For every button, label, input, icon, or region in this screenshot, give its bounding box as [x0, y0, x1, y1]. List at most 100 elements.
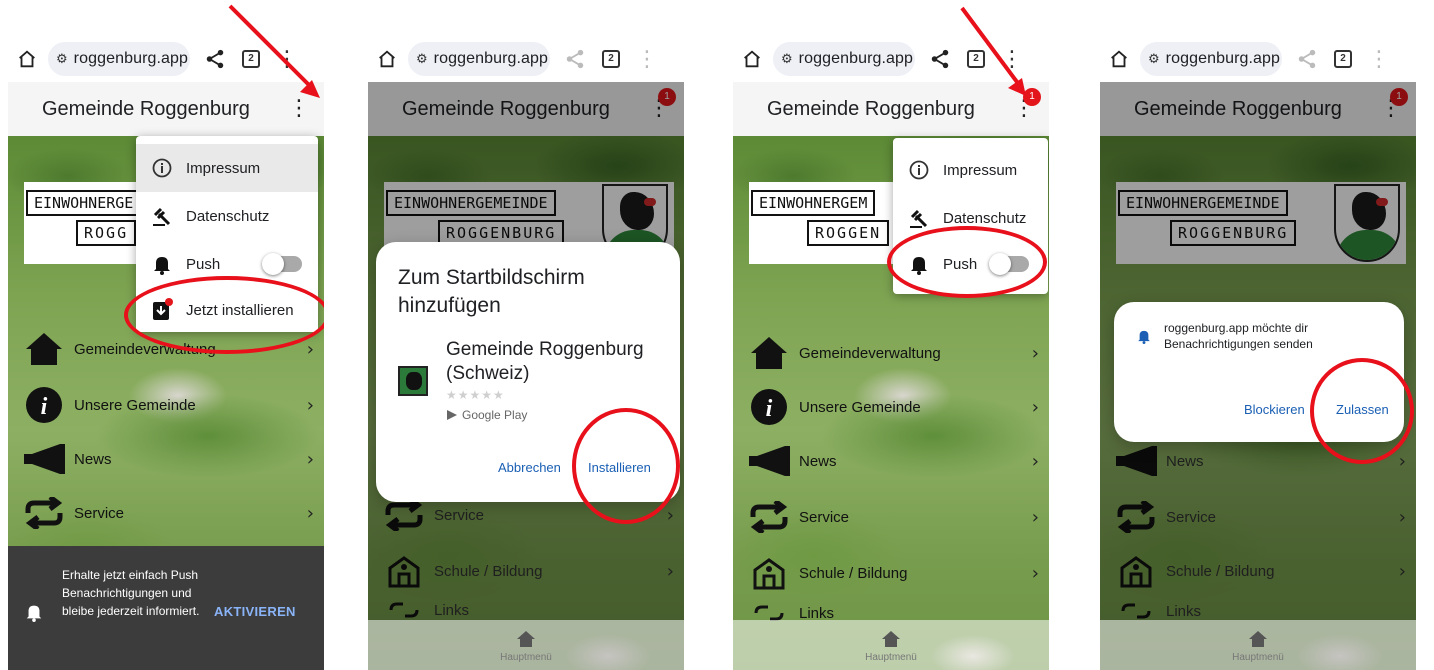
bottom-nav: Hauptmenü — [733, 620, 1049, 670]
menu-datenschutz-label: Datenschutz — [186, 207, 270, 225]
annotation-circle — [887, 226, 1047, 298]
browser-menu-icon[interactable]: ⋮ — [636, 48, 658, 70]
site-settings-icon[interactable]: ⚙ — [1148, 52, 1160, 67]
url-host: roggenburg.app — [798, 50, 914, 67]
chevron-right-icon: › — [306, 394, 314, 416]
permission-message: roggenburg.app möchte dir Benachrichtigu… — [1164, 321, 1313, 351]
megaphone-icon — [747, 441, 791, 481]
menu-item-label: Schule / Bildung — [799, 564, 908, 582]
dialog-app-name: Gemeinde Roggenburg (Schweiz) — [446, 339, 644, 384]
menu-item-unsere-gemeinde[interactable]: i Unsere Gemeinde › — [8, 380, 324, 430]
url-host: roggenburg.app — [1165, 50, 1281, 67]
dialog-title: Zum Startbildschirm hinzufügen — [398, 266, 585, 317]
logo-line-2: ROGG — [76, 220, 137, 246]
logo-line-1: EINWOHNERGEM — [751, 190, 876, 216]
svg-text:i: i — [41, 394, 48, 420]
browser-menu-icon[interactable]: ⋮ — [1368, 48, 1390, 70]
gavel-icon — [150, 204, 174, 228]
svg-text:i: i — [766, 396, 773, 422]
menu-item-unsere-gemeinde[interactable]: i Unsere Gemeinde › — [733, 382, 1049, 432]
menu-datenschutz-label: Datenschutz — [943, 209, 1027, 227]
browser-toolbar: ⚙ roggenburg.app 2 ⋮ — [368, 38, 684, 80]
site-settings-icon[interactable]: ⚙ — [781, 52, 793, 67]
block-button[interactable]: Blockieren — [1244, 402, 1305, 417]
info-outline-icon — [907, 158, 931, 182]
phone-panel-2: ⚙ roggenburg.app 2 ⋮ Gemeinde Roggenburg… — [368, 0, 684, 670]
home-icon[interactable] — [1108, 48, 1130, 70]
school-icon — [747, 553, 791, 593]
chevron-right-icon: › — [306, 338, 314, 360]
site-settings-icon[interactable]: ⚙ — [56, 52, 68, 67]
annotation-arrow — [960, 6, 1026, 96]
menu-impressum-label: Impressum — [186, 159, 261, 177]
bottom-nav-label: Hauptmenü — [865, 652, 917, 663]
home-icon[interactable] — [881, 630, 901, 648]
menu-item-label: Gemeindeverwaltung — [799, 344, 941, 362]
store-source: Google Play — [446, 408, 527, 422]
home-icon — [22, 329, 66, 369]
chevron-right-icon: › — [1031, 342, 1039, 364]
menu-impressum[interactable]: Impressum — [893, 146, 1048, 194]
menu-item-gemeindeverwaltung[interactable]: Gemeindeverwaltung › — [733, 328, 1049, 378]
menu-impressum[interactable]: Impressum — [136, 144, 318, 192]
bell-ring-icon — [26, 605, 42, 622]
menu-item-label: Links — [799, 604, 835, 622]
site-settings-icon[interactable]: ⚙ — [416, 52, 428, 67]
menu-item-service[interactable]: Service › — [8, 488, 324, 538]
push-banner-text: Erhalte jetzt einfach Push Benachrichtig… — [62, 568, 200, 618]
url-host: roggenburg.app — [73, 50, 189, 67]
home-icon[interactable] — [16, 48, 38, 70]
chevron-right-icon: › — [306, 448, 314, 470]
home-icon[interactable] — [376, 48, 398, 70]
home-icon[interactable] — [516, 630, 536, 648]
menu-item-news[interactable]: News › — [733, 436, 1049, 486]
logo-line-1: EINWOHNERGE — [26, 190, 142, 216]
play-store-icon — [447, 410, 457, 420]
menu-item-schule[interactable]: Schule / Bildung › — [733, 548, 1049, 598]
menu-item-label: Service — [799, 508, 850, 526]
cancel-button[interactable]: Abbrechen — [498, 460, 561, 475]
bottom-nav-label: Hauptmenü — [500, 652, 552, 663]
annotation-arrow — [228, 4, 320, 98]
gavel-icon — [907, 206, 931, 230]
menu-item-label: Service — [74, 504, 125, 522]
chevron-right-icon: › — [1031, 450, 1039, 472]
logo-line-2: ROGGEN — [807, 220, 890, 246]
share-icon[interactable] — [1296, 48, 1318, 70]
address-bar[interactable]: ⚙ roggenburg.app — [1140, 42, 1282, 76]
bottom-nav-label: Hauptmenü — [1232, 652, 1284, 663]
menu-item-service[interactable]: Service › — [733, 492, 1049, 542]
repeat-icon — [22, 493, 66, 533]
menu-item-label: News — [799, 452, 837, 470]
menu-push-label: Push — [186, 255, 221, 273]
address-bar[interactable]: ⚙ roggenburg.app — [48, 42, 190, 76]
chevron-right-icon: › — [306, 502, 314, 524]
activate-button[interactable]: AKTIVIEREN — [214, 604, 296, 619]
megaphone-icon — [22, 439, 66, 479]
home-icon[interactable] — [741, 48, 763, 70]
url-host: roggenburg.app — [433, 50, 549, 67]
chevron-right-icon: › — [1031, 562, 1039, 584]
address-bar[interactable]: ⚙ roggenburg.app — [773, 42, 915, 76]
address-bar[interactable]: ⚙ roggenburg.app — [408, 42, 550, 76]
annotation-circle — [572, 408, 680, 524]
chevron-right-icon: › — [1031, 396, 1039, 418]
menu-item-news[interactable]: News › — [8, 434, 324, 484]
bell-icon — [1138, 330, 1150, 344]
push-banner: Erhalte jetzt einfach Push Benachrichtig… — [8, 546, 324, 670]
menu-item-label: News — [74, 450, 112, 468]
chevron-right-icon: › — [1031, 506, 1039, 528]
tab-switcher-icon[interactable]: 2 — [602, 50, 620, 68]
tab-switcher-icon[interactable]: 2 — [1334, 50, 1352, 68]
annotation-circle — [1310, 358, 1414, 464]
menu-impressum-label: Impressum — [943, 161, 1018, 179]
repeat-icon — [747, 497, 791, 537]
browser-toolbar: ⚙ roggenburg.app 2 ⋮ — [1100, 38, 1416, 80]
push-toggle[interactable] — [262, 253, 302, 275]
menu-datenschutz[interactable]: Datenschutz — [136, 192, 318, 240]
phone-panel-4: ⚙ roggenburg.app 2 ⋮ Gemeinde Roggenburg… — [1100, 0, 1416, 670]
home-icon[interactable] — [1248, 630, 1268, 648]
annotation-circle — [124, 276, 324, 354]
share-icon[interactable] — [564, 48, 586, 70]
bell-ring-icon — [150, 252, 174, 276]
